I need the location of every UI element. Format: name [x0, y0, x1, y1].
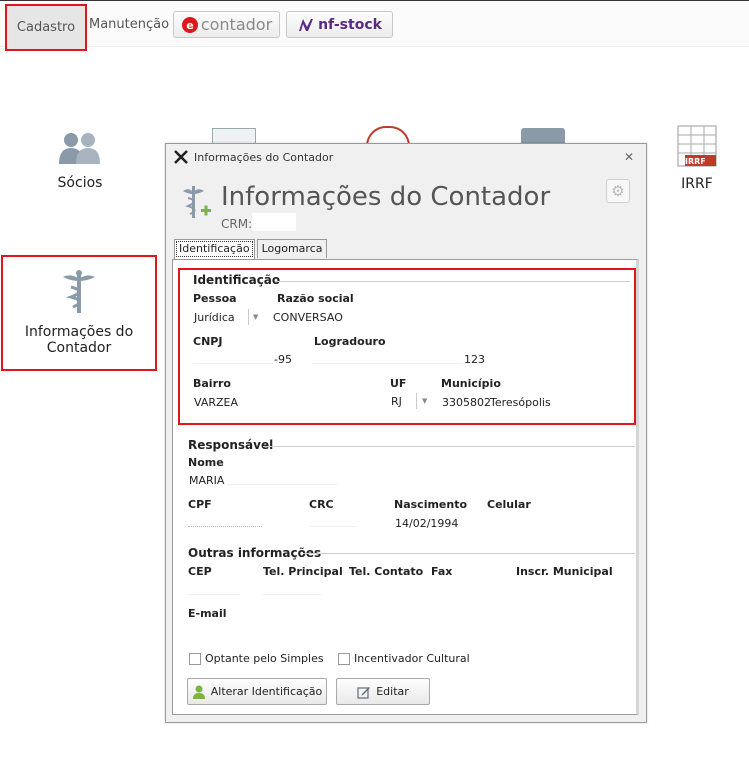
dialog-window-title: Informações do Contador: [194, 150, 334, 164]
nascimento-label: Nascimento: [394, 498, 468, 511]
pessoa-select[interactable]: Jurídica: [194, 311, 235, 324]
menu-cadastro[interactable]: Cadastro: [5, 4, 87, 51]
caduceus-icon: [63, 270, 95, 313]
email-label: E-mail: [188, 607, 227, 620]
nfstock-logo-text: nf-stock: [318, 16, 382, 33]
divider: [303, 553, 635, 554]
svg-text:e: e: [186, 19, 193, 32]
inscr-municipal-label: Inscr. Municipal: [516, 565, 613, 578]
incentivador-cultural-label: Incentivador Cultural: [354, 652, 470, 665]
user-icon: [192, 685, 205, 699]
uf-select[interactable]: RJ: [391, 395, 402, 408]
tel-contato-label: Tel. Contato: [349, 565, 424, 578]
tile-socios-label: Sócios: [57, 175, 103, 191]
nome-label: Nome: [188, 456, 224, 469]
tab-logomarca[interactable]: Logomarca: [256, 239, 328, 258]
tab-panel: Identificação Pessoa Jurídica ▼ Razão so…: [172, 259, 639, 715]
nfstock-app-button[interactable]: nf-stock: [286, 11, 393, 38]
menu-manutencao[interactable]: Manutenção: [89, 17, 169, 32]
identificacao-highlight-box: [178, 268, 636, 425]
divider: [248, 309, 249, 325]
caduceus-add-icon: [183, 186, 211, 218]
divider: [275, 281, 630, 282]
dialog-informacoes-contador: Informações do Contador ✕ Informações do…: [165, 143, 647, 723]
dialog-titlebar[interactable]: Informações do Contador ✕: [166, 144, 646, 170]
tile-irrf[interactable]: IRRF IRRF: [662, 125, 732, 192]
divider: [416, 393, 417, 409]
incentivador-cultural-checkbox[interactable]: Incentivador Cultural: [338, 652, 470, 665]
crm-label: CRM:: [221, 217, 253, 231]
divider: [263, 446, 635, 447]
municipio-code[interactable]: 3305802: [442, 396, 491, 409]
crc-redacted: [310, 514, 356, 527]
nome-field[interactable]: MARIA: [189, 474, 224, 487]
optante-simples-checkbox[interactable]: Optante pelo Simples: [189, 652, 324, 665]
tile-informacoes-contador[interactable]: Informações do Contador: [1, 255, 157, 371]
app-logo-icon: [174, 150, 188, 164]
tel-principal-label: Tel. Principal: [263, 565, 343, 578]
checkbox-box[interactable]: [189, 652, 201, 665]
cep-label: CEP: [188, 565, 212, 578]
cpf-redacted: [188, 514, 262, 527]
razao-social-field[interactable]: CONVERSAO: [273, 311, 343, 324]
optante-simples-label: Optante pelo Simples: [205, 652, 324, 665]
contador-app-button[interactable]: e contador: [173, 11, 280, 38]
cpf-label: CPF: [188, 498, 212, 511]
gear-icon[interactable]: ⚙: [606, 179, 630, 203]
municipio-label: Município: [441, 377, 501, 390]
bairro-label: Bairro: [193, 377, 231, 390]
pessoa-label: Pessoa: [193, 292, 237, 305]
cep-redacted: [188, 582, 240, 595]
section-responsavel: Responsável: [188, 438, 274, 452]
cnpj-redacted: [193, 351, 273, 364]
checkbox-box[interactable]: [338, 652, 350, 665]
tile-socios[interactable]: Sócios: [40, 130, 120, 191]
dialog-heading: Informações do Contador: [221, 182, 551, 212]
razao-social-label: Razão social: [277, 292, 354, 305]
chevron-down-icon[interactable]: ▼: [253, 313, 258, 321]
crc-label: CRC: [309, 498, 334, 511]
section-identificacao: Identificação: [193, 273, 281, 287]
logradouro-label: Logradouro: [314, 335, 386, 348]
municipio-name[interactable]: Teresópolis: [490, 396, 551, 409]
fax-label: Fax: [431, 565, 453, 578]
people-icon: [59, 133, 100, 164]
tile-info-label-line2: Contador: [46, 340, 112, 356]
editar-button[interactable]: Editar: [336, 678, 430, 705]
close-icon[interactable]: ✕: [624, 150, 634, 164]
contador-logo-icon: e: [181, 16, 198, 33]
numero-field[interactable]: 123: [464, 353, 485, 366]
alterar-identificacao-label: Alterar Identificação: [210, 685, 323, 698]
contador-logo-text: contador: [200, 15, 273, 34]
edit-icon: [357, 686, 371, 699]
crm-value: [252, 213, 296, 231]
tab-strip: Identificação Logomarca: [174, 239, 329, 259]
cnpj-label: CNPJ: [193, 335, 223, 348]
celular-label: Celular: [487, 498, 531, 511]
nfstock-logo-icon: [299, 18, 314, 31]
tile-irrf-label: IRRF: [681, 176, 713, 192]
tel-principal-redacted: [263, 582, 321, 595]
top-menu-bar: Cadastro Manutenção e contador nf-stock: [0, 0, 749, 51]
nome-redacted: [227, 472, 337, 485]
uf-label: UF: [390, 377, 407, 390]
tile-info-label-line1: Informações do: [24, 324, 134, 340]
tab-identificacao[interactable]: Identificação: [174, 239, 255, 259]
bairro-field[interactable]: VARZEA: [194, 396, 238, 409]
editar-label: Editar: [376, 685, 409, 698]
nascimento-field[interactable]: 14/02/1994: [395, 517, 458, 530]
chevron-down-icon[interactable]: ▼: [422, 397, 427, 405]
logradouro-redacted: [312, 351, 462, 364]
section-outras-informacoes: Outras informações: [188, 546, 322, 560]
alterar-identificacao-button[interactable]: Alterar Identificação: [187, 678, 327, 705]
irrf-badge-text: IRRF: [685, 157, 706, 166]
cnpj-suffix[interactable]: -95: [274, 353, 292, 366]
